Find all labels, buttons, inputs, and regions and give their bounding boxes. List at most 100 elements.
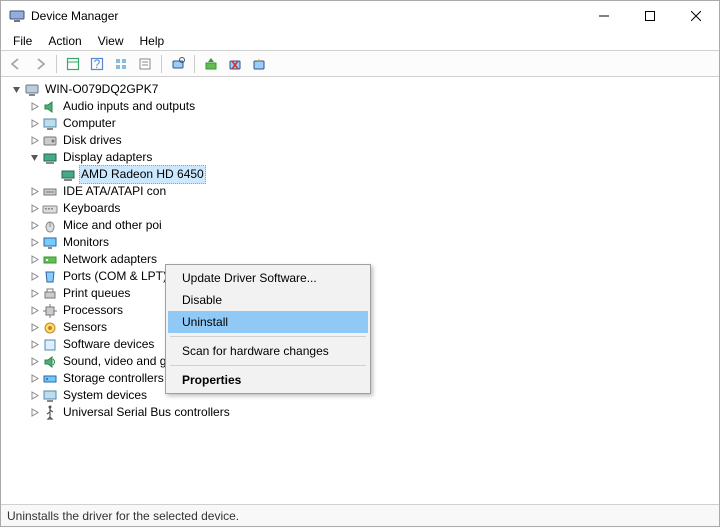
expand-icon[interactable] (27, 270, 41, 284)
usb-icon (42, 405, 58, 421)
menu-action[interactable]: Action (40, 32, 89, 50)
tree-root-label: WIN-O079DQ2GPK7 (43, 81, 160, 98)
tree-item-mice[interactable]: Mice and other poi (7, 217, 719, 234)
tree-root[interactable]: WIN-O079DQ2GPK7 (7, 81, 719, 98)
toolbar: ? (1, 51, 719, 77)
device-manager-window: Device Manager File Action View Help (0, 0, 720, 527)
expand-icon[interactable] (27, 355, 41, 369)
sound-icon (42, 354, 58, 370)
toolbar-button-view[interactable] (110, 53, 132, 75)
scan-hardware-button[interactable] (167, 53, 189, 75)
tree-item-ide[interactable]: IDE ATA/ATAPI con (7, 183, 719, 200)
tree-item-display-device[interactable]: AMD Radeon HD 6450 (7, 166, 719, 183)
expand-icon[interactable] (27, 287, 41, 301)
app-icon (9, 8, 25, 24)
statusbar-text: Uninstalls the driver for the selected d… (7, 509, 239, 523)
context-menu: Update Driver Software... Disable Uninst… (165, 264, 371, 394)
toolbar-separator (56, 55, 57, 73)
disable-button[interactable] (248, 53, 270, 75)
menubar: File Action View Help (1, 31, 719, 51)
tree-item-disk[interactable]: Disk drives (7, 132, 719, 149)
menu-help[interactable]: Help (132, 32, 173, 50)
expand-icon[interactable] (27, 372, 41, 386)
toolbar-separator (161, 55, 162, 73)
tree-item-label: Ports (COM & LPT) (61, 268, 169, 285)
expand-icon[interactable] (27, 236, 41, 250)
tree-item-label: Storage controllers (61, 370, 166, 387)
show-hide-console-button[interactable] (62, 53, 84, 75)
tree-item-label: System devices (61, 387, 149, 404)
tree-item-label: Processors (61, 302, 125, 319)
tree-item-monitors[interactable]: Monitors (7, 234, 719, 251)
tree-item-keyboards[interactable]: Keyboards (7, 200, 719, 217)
tree-item-label: Disk drives (61, 132, 124, 149)
expand-icon[interactable] (27, 219, 41, 233)
statusbar: Uninstalls the driver for the selected d… (1, 504, 719, 526)
tree-item-label: Keyboards (61, 200, 122, 217)
context-menu-properties[interactable]: Properties (168, 369, 368, 391)
expand-icon[interactable] (27, 338, 41, 352)
tree-item-label: Network adapters (61, 251, 159, 268)
tree-item-label: Computer (61, 115, 118, 132)
window-controls (581, 1, 719, 31)
update-driver-button[interactable] (200, 53, 222, 75)
sensor-icon (42, 320, 58, 336)
keyboard-icon (42, 201, 58, 217)
window-title: Device Manager (31, 9, 581, 23)
maximize-button[interactable] (627, 1, 673, 31)
forward-button[interactable] (29, 53, 51, 75)
expand-icon[interactable] (27, 406, 41, 420)
display-adapter-icon (42, 150, 58, 166)
expand-icon[interactable] (27, 185, 41, 199)
context-menu-update[interactable]: Update Driver Software... (168, 267, 368, 289)
expand-icon[interactable] (27, 202, 41, 216)
minimize-button[interactable] (581, 1, 627, 31)
context-menu-disable[interactable]: Disable (168, 289, 368, 311)
expand-icon[interactable] (27, 389, 41, 403)
expand-icon[interactable] (27, 321, 41, 335)
device-tree[interactable]: WIN-O079DQ2GPK7 Audio inputs and outputs… (1, 77, 719, 504)
disk-icon (42, 133, 58, 149)
context-menu-separator (170, 336, 366, 337)
tree-item-label: AMD Radeon HD 6450 (79, 165, 206, 184)
software-icon (42, 337, 58, 353)
audio-icon (42, 99, 58, 115)
tree-item-label: Print queues (61, 285, 132, 302)
expand-icon[interactable] (27, 304, 41, 318)
expand-icon[interactable] (27, 253, 41, 267)
context-menu-uninstall[interactable]: Uninstall (168, 311, 368, 333)
port-icon (42, 269, 58, 285)
tree-item-label: Display adapters (61, 149, 154, 166)
computer-icon (24, 82, 40, 98)
display-adapter-icon (60, 167, 76, 183)
collapse-icon[interactable] (27, 151, 41, 165)
computer-icon (42, 116, 58, 132)
titlebar: Device Manager (1, 1, 719, 31)
tree-item-computer[interactable]: Computer (7, 115, 719, 132)
uninstall-button[interactable] (224, 53, 246, 75)
collapse-icon[interactable] (9, 83, 23, 97)
printer-icon (42, 286, 58, 302)
tree-item-audio[interactable]: Audio inputs and outputs (7, 98, 719, 115)
expand-icon[interactable] (27, 134, 41, 148)
context-menu-scan[interactable]: Scan for hardware changes (168, 340, 368, 362)
back-button[interactable] (5, 53, 27, 75)
monitor-icon (42, 235, 58, 251)
system-icon (42, 388, 58, 404)
tree-item-usb[interactable]: Universal Serial Bus controllers (7, 404, 719, 421)
tree-item-display[interactable]: Display adapters (7, 149, 719, 166)
tree-item-label: Mice and other poi (61, 217, 164, 234)
tree-item-label: Software devices (61, 336, 156, 353)
expand-icon[interactable] (27, 100, 41, 114)
context-menu-separator (170, 365, 366, 366)
storage-icon (42, 371, 58, 387)
tree-item-label: Audio inputs and outputs (61, 98, 197, 115)
menu-file[interactable]: File (5, 32, 40, 50)
close-button[interactable] (673, 1, 719, 31)
help-topics-button[interactable]: ? (86, 53, 108, 75)
properties-button[interactable] (134, 53, 156, 75)
menu-view[interactable]: View (90, 32, 132, 50)
expand-icon[interactable] (27, 117, 41, 131)
tree-item-label: IDE ATA/ATAPI con (61, 183, 168, 200)
mouse-icon (42, 218, 58, 234)
